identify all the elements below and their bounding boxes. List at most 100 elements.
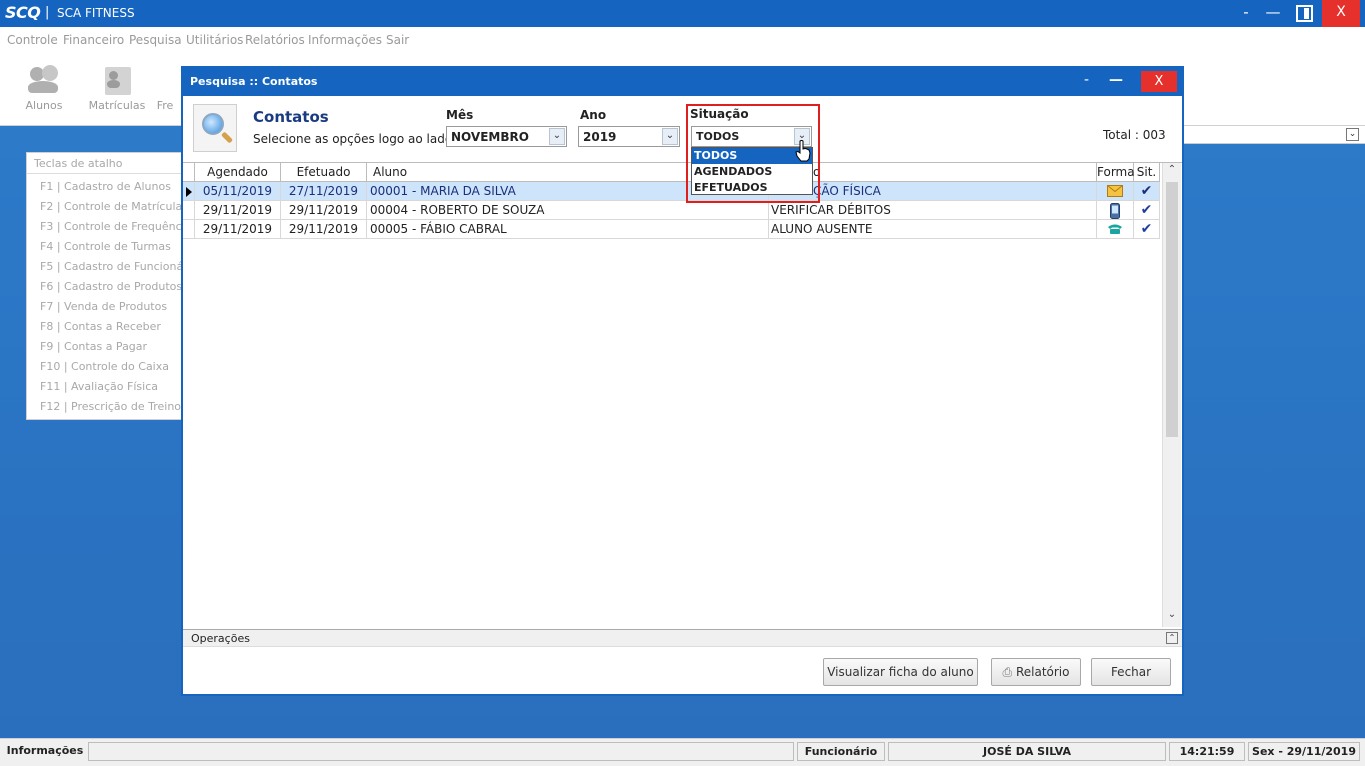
mes-label: Mês [446, 108, 474, 122]
app-logo: SCQ [5, 3, 41, 22]
chevron-up-icon[interactable]: ⌃ [1166, 632, 1178, 644]
menu-pesquisa[interactable]: Pesquisa [129, 33, 182, 47]
cell-efetuado: 27/11/2019 [281, 182, 367, 201]
mobile-phone-icon [1097, 201, 1134, 220]
check-icon: ✔ [1134, 220, 1160, 239]
shortcut-item[interactable]: F4 | Controle de Turmas [40, 240, 171, 253]
shortcut-item[interactable]: F6 | Cadastro de Produtos [40, 280, 182, 293]
close-app-button[interactable]: X [1322, 0, 1360, 27]
telephone-icon [1097, 220, 1134, 239]
col-agendado[interactable]: Agendado [195, 163, 281, 182]
mes-select[interactable]: NOVEMBRO ⌄ [446, 126, 567, 147]
table-row[interactable]: 29/11/2019 29/11/2019 00004 - ROBERTO DE… [183, 201, 1160, 220]
grid-header: Agendado Efetuado Aluno o Forma Sit. [183, 163, 1160, 182]
frequency-icon [155, 61, 175, 95]
menu-bar: Controle Financeiro Pesquisa Utilitários… [0, 27, 1365, 53]
shortcut-item[interactable]: F5 | Cadastro de Funcionários [40, 260, 203, 273]
grid-scrollbar[interactable]: ⌃ ⌄ [1162, 163, 1181, 627]
cell-motivo: ALUNO AUSENTE [769, 220, 1097, 239]
report-button[interactable]: ⎙ Relatório [991, 658, 1081, 686]
shortcut-panel: Teclas de atalho F1 | Cadastro de Alunos… [26, 152, 203, 420]
shortcut-item[interactable]: F3 | Controle de Frequência [40, 220, 191, 233]
toolbar-frequencia[interactable]: Fre [150, 61, 180, 112]
shortcut-item[interactable]: F8 | Contas a Receber [40, 320, 161, 333]
status-date: Sex - 29/11/2019 [1248, 742, 1360, 761]
menu-sair[interactable]: Sair [386, 33, 409, 47]
menu-relatorios[interactable]: Relatórios [245, 33, 305, 47]
printer-icon: ⎙ [1002, 665, 1013, 679]
operations-bar: Operações ⌃ [183, 629, 1182, 647]
total-count: Total : 003 [1103, 128, 1166, 142]
cell-aluno: 00004 - ROBERTO DE SOUZA [367, 201, 769, 220]
status-role: Funcionário [797, 742, 885, 761]
table-row[interactable]: 05/11/2019 27/11/2019 00001 - MARIA DA S… [183, 182, 1160, 201]
shortcut-panel-title: Teclas de atalho [34, 157, 123, 170]
shortcut-item[interactable]: F11 | Avaliação Física [40, 380, 158, 393]
shortcut-item[interactable]: F10 | Controle do Caixa [40, 360, 169, 373]
cell-agendado: 29/11/2019 [195, 220, 281, 239]
hand-cursor-icon [795, 140, 811, 162]
toolbar-frequencia-label: Fre [156, 99, 174, 112]
col-sit[interactable]: Sit. [1134, 163, 1160, 182]
minimize-all-button[interactable]: — [1262, 0, 1284, 27]
cell-efetuado: 29/11/2019 [281, 220, 367, 239]
check-icon: ✔ [1134, 182, 1160, 201]
ano-value: 2019 [583, 130, 617, 144]
ano-select[interactable]: 2019 ⌄ [578, 126, 680, 147]
operations-label: Operações [191, 632, 250, 645]
status-bar: Informações Funcionário JOSÉ DA SILVA 14… [0, 738, 1365, 766]
search-icon [193, 104, 237, 152]
chevron-down-icon[interactable]: ⌄ [549, 128, 565, 145]
enrollment-icon [99, 61, 135, 95]
col-efetuado[interactable]: Efetuado [281, 163, 367, 182]
dialog-titlebar: Pesquisa :: Contatos - — X [183, 68, 1182, 96]
view-student-button[interactable]: Visualizar ficha do aluno [823, 658, 978, 686]
cell-agendado: 05/11/2019 [195, 182, 281, 201]
check-icon: ✔ [1134, 201, 1160, 220]
menu-controle[interactable]: Controle [7, 33, 58, 47]
status-time: 14:21:59 [1169, 742, 1245, 761]
row-pointer-icon [186, 187, 192, 197]
cell-aluno: 00005 - FÁBIO CABRAL [367, 220, 769, 239]
envelope-icon [1097, 182, 1134, 201]
app-titlebar: SCQ | SCA FITNESS - — X [0, 0, 1365, 27]
chevron-down-icon[interactable]: ⌄ [1346, 128, 1359, 141]
toolbar-matriculas[interactable]: Matrículas [87, 61, 147, 112]
toolbar-alunos-label: Alunos [25, 99, 63, 112]
report-button-label: Relatório [1015, 665, 1070, 679]
desktop-strip: ⌄ [1182, 126, 1365, 144]
toolbar-alunos[interactable]: Alunos [14, 61, 74, 112]
page-subtitle: Selecione as opções logo ao lado [253, 132, 453, 146]
shortcut-item[interactable]: F12 | Prescrição de Treinos [40, 400, 187, 413]
title-separator: | [45, 5, 50, 20]
shortcut-item[interactable]: F7 | Venda de Produtos [40, 300, 167, 313]
shortcut-item[interactable]: F9 | Contas a Pagar [40, 340, 147, 353]
cell-motivo: VERIFICAR DÉBITOS [769, 201, 1097, 220]
dialog-restore-button[interactable]: — [1109, 72, 1123, 88]
chevron-down-icon[interactable]: ⌄ [662, 128, 678, 145]
scroll-thumb[interactable] [1166, 182, 1178, 437]
scroll-up-icon[interactable]: ⌃ [1163, 164, 1181, 180]
cell-efetuado: 29/11/2019 [281, 201, 367, 220]
status-info: Informações [6, 744, 84, 757]
status-message [88, 742, 794, 761]
scroll-down-icon[interactable]: ⌄ [1163, 609, 1181, 625]
menu-financeiro[interactable]: Financeiro [63, 33, 124, 47]
dialog-title: Pesquisa :: Contatos [190, 75, 318, 88]
minimize-button[interactable]: - [1237, 0, 1255, 27]
dialog-close-button[interactable]: X [1141, 71, 1177, 92]
close-button[interactable]: Fechar [1091, 658, 1171, 686]
maximize-button[interactable] [1293, 0, 1315, 27]
shortcut-item[interactable]: F2 | Controle de Matrículas [40, 200, 188, 213]
table-row[interactable]: 29/11/2019 29/11/2019 00005 - FÁBIO CABR… [183, 220, 1160, 239]
ano-label: Ano [580, 108, 607, 122]
dialog-minimize-button[interactable]: - [1084, 72, 1089, 88]
shortcut-item[interactable]: F1 | Cadastro de Alunos [40, 180, 171, 193]
maximize-icon [1296, 5, 1313, 22]
cell-agendado: 29/11/2019 [195, 201, 281, 220]
status-user: JOSÉ DA SILVA [888, 742, 1166, 761]
menu-utilitarios[interactable]: Utilitários [186, 33, 243, 47]
contacts-grid: Agendado Efetuado Aluno o Forma Sit. 05/… [183, 162, 1182, 628]
menu-informacoes[interactable]: Informações [308, 33, 382, 47]
col-forma[interactable]: Forma [1097, 163, 1135, 182]
